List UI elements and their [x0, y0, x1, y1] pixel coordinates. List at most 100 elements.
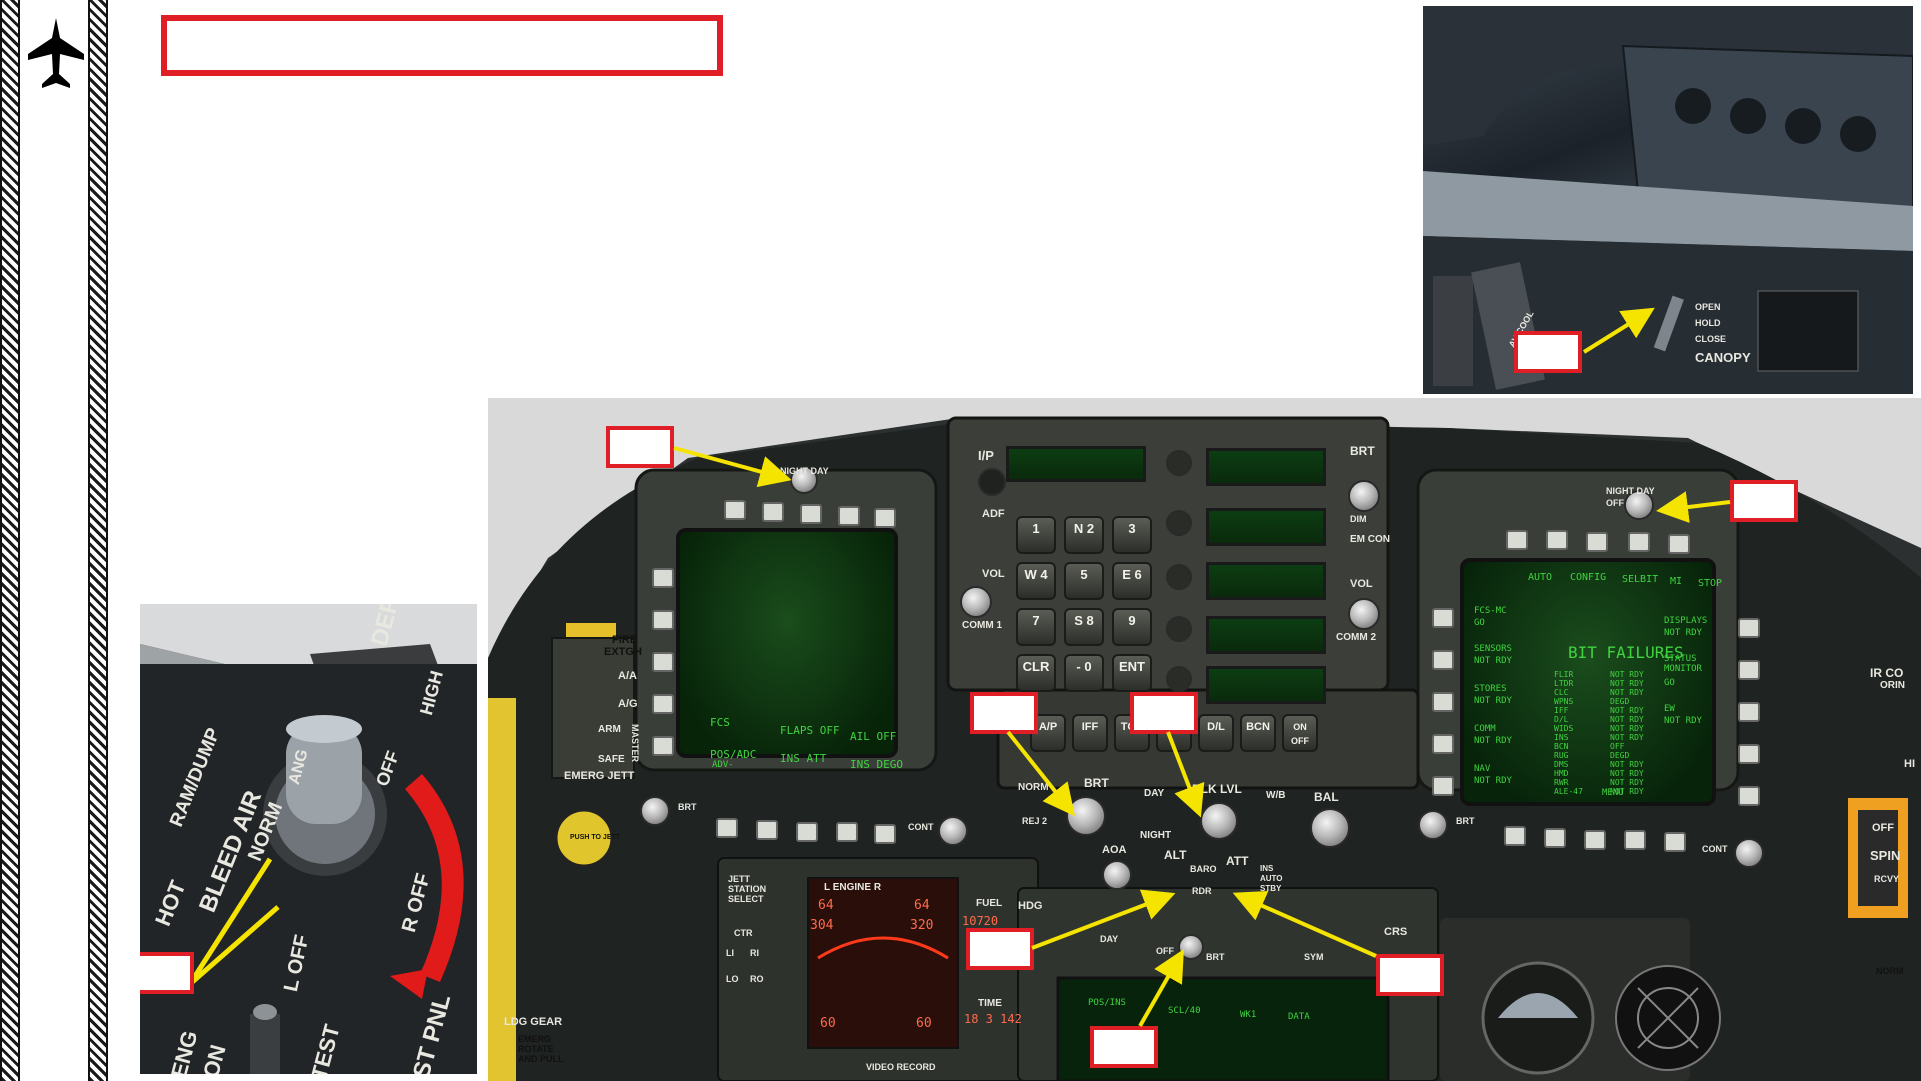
right-ddi-pb-19[interactable] [1624, 830, 1646, 850]
ufc-key-1[interactable]: 1 [1016, 516, 1056, 554]
right-ddi-pb-11[interactable] [1738, 618, 1760, 638]
ufc-iff-button[interactable]: IFF [1072, 714, 1108, 752]
left-ddi-pb-6[interactable] [652, 568, 674, 588]
callout-box-hud-brt [970, 692, 1038, 734]
ufc-key-0[interactable]: - 0 [1064, 654, 1104, 692]
jett-ro-label: RO [750, 974, 764, 984]
left-ddi-pb-13[interactable] [796, 822, 818, 842]
left-ddi-pb-14[interactable] [836, 822, 858, 842]
rddi-sensors-status: NOT RDY [1474, 656, 1512, 666]
left-ddi-pb-8[interactable] [652, 652, 674, 672]
right-ddi-pb-2[interactable] [1546, 530, 1568, 550]
left-ddi-night-day-label: NIGHT DAY [780, 466, 829, 476]
ufc-key-4[interactable]: W 4 [1016, 562, 1056, 600]
extgh-label: EXTGH [604, 646, 642, 658]
right-ddi-pb-8[interactable] [1432, 692, 1454, 712]
ufc-key-8[interactable]: S 8 [1064, 608, 1104, 646]
hud-blk-lvl-knob[interactable] [1200, 802, 1238, 840]
lower-scl: SCL/40 [1168, 1006, 1201, 1016]
left-ddi-pb-9[interactable] [652, 694, 674, 714]
ufc-bcn-button[interactable]: BCN [1240, 714, 1276, 752]
right-ddi-pb-16[interactable] [1504, 826, 1526, 846]
left-ddi-pb-2[interactable] [762, 502, 784, 522]
rddi-stop: STOP [1698, 578, 1723, 589]
ufc-key-7[interactable]: 7 [1016, 608, 1056, 646]
right-ddi-pb-3[interactable] [1586, 532, 1608, 552]
ufc-option-select-4[interactable] [1166, 616, 1192, 642]
left-ddi-pb-3[interactable] [800, 504, 822, 524]
fire-label: FIRE [612, 634, 638, 646]
right-ddi-pb-6[interactable] [1432, 608, 1454, 628]
right-ddi-pb-18[interactable] [1584, 830, 1606, 850]
rddi-mi: MI [1670, 576, 1683, 587]
left-ddi-pb-1[interactable] [724, 500, 746, 520]
right-ddi-pb-17[interactable] [1544, 828, 1566, 848]
right-ddi-pb-5[interactable] [1668, 534, 1690, 554]
ufc-key-clr[interactable]: CLR [1016, 654, 1056, 692]
hdg-label: HDG [1018, 900, 1043, 912]
left-ddi-pb-4[interactable] [838, 506, 860, 526]
right-ddi-pb-4[interactable] [1628, 532, 1650, 552]
ufc-ip-label: I/P [978, 448, 994, 463]
ufc-option-select-2[interactable] [1166, 510, 1192, 536]
hud-brt-knob[interactable] [1066, 796, 1106, 836]
left-ddi-brt-knob[interactable] [640, 796, 670, 826]
emerg-jett-label: EMERG JETT [564, 770, 635, 782]
callout-box-right-ddi [1730, 480, 1798, 522]
master-label: MASTER [630, 724, 640, 762]
rddi-nav: NAV [1474, 764, 1491, 774]
rail-hatch-left [0, 0, 20, 1081]
ufc-vol2-label: VOL [1350, 578, 1373, 590]
left-ddi-pb-15[interactable] [874, 824, 896, 844]
ufc-comm1-knob[interactable] [960, 586, 992, 618]
right-ddi-pb-14[interactable] [1738, 744, 1760, 764]
hi-label: HI [1904, 758, 1915, 770]
ufc-on-off-button[interactable]: ON OFF [1282, 714, 1318, 752]
ufc-option-select-1[interactable] [1166, 450, 1192, 476]
right-ddi-pb-7[interactable] [1432, 650, 1454, 670]
bit-list-system: INS [1554, 733, 1569, 742]
bit-list-row: INS NOT RDY [1554, 733, 1674, 742]
right-ddi-pb-9[interactable] [1432, 734, 1454, 754]
right-ddi-pb-15[interactable] [1738, 786, 1760, 806]
ufc-dl-button[interactable]: D/L [1198, 714, 1234, 752]
left-ddi-pb-11[interactable] [716, 818, 738, 838]
arm-label: ARM [598, 724, 621, 735]
hud-auto-label: AUTO [1260, 874, 1283, 883]
bit-list-status: OFF [1610, 742, 1625, 751]
left-ddi-pb-10[interactable] [652, 736, 674, 756]
ufc-comm2-knob[interactable] [1348, 598, 1380, 630]
fuel-label: FUEL [976, 898, 1003, 909]
right-ddi-pb-13[interactable] [1738, 702, 1760, 722]
ufc-key-9[interactable]: 9 [1112, 608, 1152, 646]
right-ddi-cont-knob[interactable] [1734, 838, 1764, 868]
left-ddi-pb-5[interactable] [874, 508, 896, 528]
bit-list-row: FLIR NOT RDY [1554, 670, 1674, 679]
hud-night-label: NIGHT [1140, 830, 1172, 841]
hud-bal-knob[interactable] [1310, 808, 1350, 848]
right-ddi-brt-knob[interactable] [1418, 810, 1448, 840]
ufc-option-select-3[interactable] [1166, 564, 1192, 590]
rddi-stores: STORES [1474, 684, 1507, 694]
hud-blk-lvl-label: BLK LVL [1192, 782, 1242, 796]
right-ddi-pb-1[interactable] [1506, 530, 1528, 550]
rddi-go: GO [1474, 618, 1485, 628]
right-ddi-pb-12[interactable] [1738, 660, 1760, 680]
ufc-key-2[interactable]: N 2 [1064, 516, 1104, 554]
right-ddi-pb-20[interactable] [1664, 832, 1686, 852]
right-ddi-pb-10[interactable] [1432, 776, 1454, 796]
ufc-vol-label: VOL [982, 568, 1005, 580]
ufc-key-5[interactable]: 5 [1064, 562, 1104, 600]
left-ddi-cont-knob[interactable] [938, 816, 968, 846]
ufc-brt-knob[interactable] [1348, 480, 1380, 512]
bit-list-row: BCN OFF [1554, 742, 1674, 751]
ufc-ip-button[interactable] [978, 468, 1006, 496]
ufc-key-ent[interactable]: ENT [1112, 654, 1152, 692]
left-ddi-pb-7[interactable] [652, 610, 674, 630]
left-ddi-pb-12[interactable] [756, 820, 778, 840]
ufc-key-3[interactable]: 3 [1112, 516, 1152, 554]
ufc-option-select-5[interactable] [1166, 666, 1192, 692]
hud-aoa-knob[interactable] [1102, 860, 1132, 890]
lower-mfd-brt-knob[interactable] [1178, 934, 1204, 960]
ufc-key-6[interactable]: E 6 [1112, 562, 1152, 600]
